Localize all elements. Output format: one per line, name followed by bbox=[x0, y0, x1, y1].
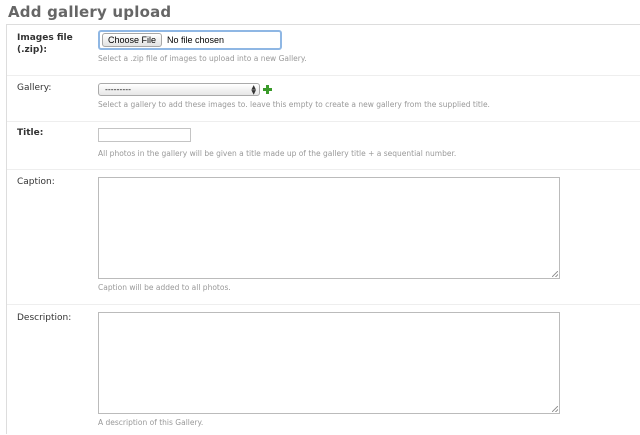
images-file-row: Images file (.zip): Choose File No file … bbox=[7, 25, 640, 76]
images-file-label: Images file (.zip): bbox=[17, 33, 73, 55]
description-label: Description: bbox=[17, 313, 72, 323]
caption-row: Caption: Caption will be added to all ph… bbox=[7, 170, 640, 305]
upload-form: Images file (.zip): Choose File No file … bbox=[6, 24, 640, 434]
description-textarea[interactable] bbox=[98, 312, 560, 414]
resize-grip-icon[interactable] bbox=[552, 271, 558, 277]
file-status-text: No file chosen bbox=[167, 35, 225, 45]
caption-label: Caption: bbox=[17, 177, 55, 187]
page-title: Add gallery upload bbox=[8, 3, 172, 21]
title-label: Title: bbox=[17, 128, 44, 138]
description-row: Description: A description of this Galle… bbox=[7, 305, 640, 435]
images-file-help: Select a .zip file of images to upload i… bbox=[98, 54, 307, 63]
add-gallery-plus-icon[interactable] bbox=[263, 85, 272, 94]
resize-grip-icon[interactable] bbox=[552, 406, 558, 412]
select-arrows-icon: ▲ ▼ bbox=[251, 84, 256, 96]
caption-textarea[interactable] bbox=[98, 177, 560, 279]
gallery-select[interactable]: --------- ▲ ▼ bbox=[98, 83, 260, 96]
title-row: Title: All photos in the gallery will be… bbox=[7, 122, 640, 170]
caption-help: Caption will be added to all photos. bbox=[98, 283, 231, 292]
title-input[interactable] bbox=[98, 128, 191, 142]
title-help: All photos in the gallery will be given … bbox=[98, 149, 457, 158]
gallery-label: Gallery: bbox=[17, 83, 52, 93]
gallery-help: Select a gallery to add these images to.… bbox=[98, 100, 490, 109]
gallery-row: Gallery: --------- ▲ ▼ Select a gallery t… bbox=[7, 76, 640, 122]
choose-file-button[interactable]: Choose File bbox=[102, 33, 163, 47]
gallery-select-value: --------- bbox=[105, 85, 131, 94]
images-file-input[interactable]: Choose File No file chosen bbox=[98, 30, 282, 50]
